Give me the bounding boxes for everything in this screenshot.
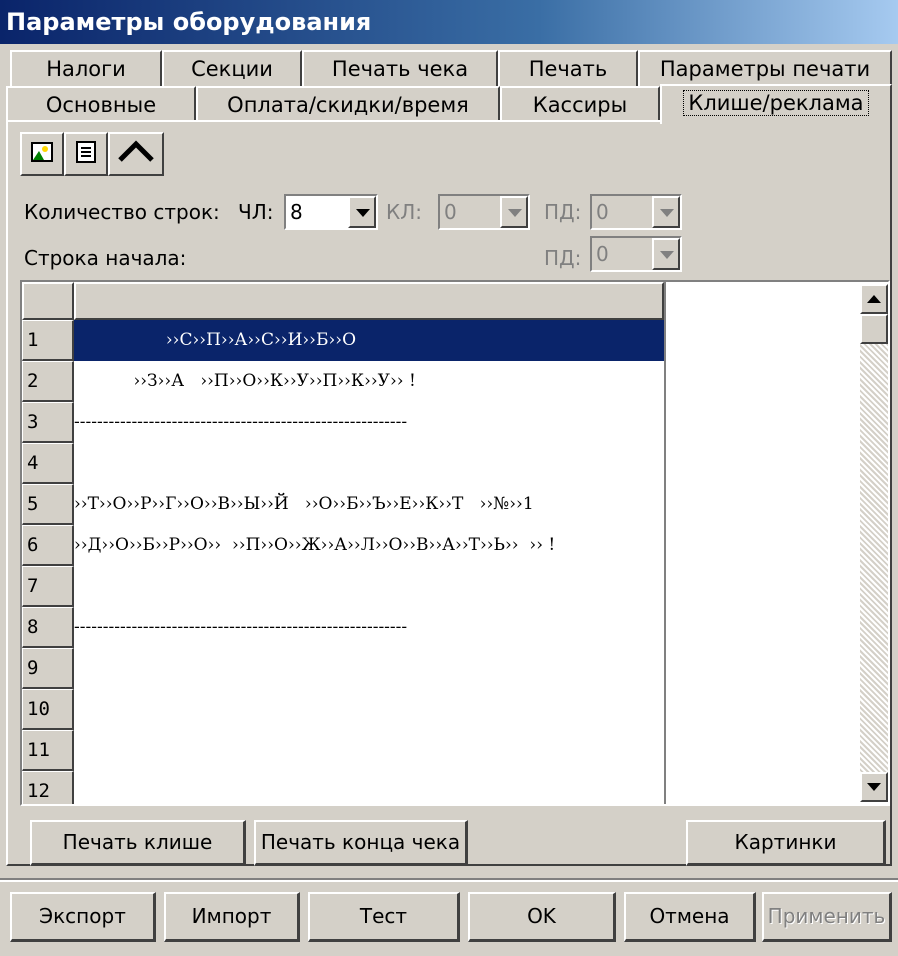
tab-taxes[interactable]: Налоги	[10, 50, 162, 86]
cliche-line-cell[interactable]	[74, 771, 664, 804]
window-title: Параметры оборудования	[0, 0, 898, 44]
row-number[interactable]: 9	[22, 648, 74, 689]
chl-label: ЧЛ:	[238, 200, 274, 224]
row-number[interactable]: 10	[22, 689, 74, 730]
test-button[interactable]: Тест	[308, 892, 460, 942]
row-number[interactable]: 4	[22, 443, 74, 484]
grid-column-header[interactable]	[74, 282, 664, 320]
chevron-down-icon[interactable]	[348, 196, 376, 228]
pd2-select[interactable]: 0	[590, 236, 682, 272]
ok-button[interactable]: OK	[468, 892, 616, 942]
chevron-down-icon[interactable]	[652, 238, 680, 270]
print-receipt-end-button[interactable]: Печать конца чека	[254, 820, 468, 866]
chevron-down-icon[interactable]	[652, 196, 680, 228]
tab-main[interactable]: Основные	[6, 86, 196, 122]
kl-select[interactable]: 0	[438, 194, 530, 230]
text-list-icon	[74, 140, 98, 168]
scroll-up-button[interactable]	[860, 284, 888, 314]
chevron-down-icon[interactable]	[500, 196, 528, 228]
print-cliche-button[interactable]: Печать клише	[30, 820, 246, 866]
font-button[interactable]	[108, 132, 164, 176]
scroll-down-button[interactable]	[860, 772, 888, 802]
cliche-grid[interactable]: 1 ››С››П››А››С››И››Б››О 2 ››З››А ››П››О››…	[20, 280, 890, 806]
cliche-line-cell[interactable]	[74, 648, 664, 689]
cliche-line-cell[interactable]	[74, 689, 664, 730]
cliche-line-cell[interactable]: ››Д››О››Б››Р››О›› ››П››О››Ж››А››Л››О››В›…	[74, 525, 664, 566]
chevron-up-icon	[867, 295, 881, 303]
import-button[interactable]: Импорт	[164, 892, 300, 942]
tab-receipt-print[interactable]: Печать чека	[302, 50, 498, 86]
cliche-line-cell[interactable]: ----------------------------------------…	[74, 607, 664, 648]
cliche-line-cell[interactable]	[74, 566, 664, 607]
scroll-thumb[interactable]	[860, 314, 888, 344]
separator	[0, 878, 898, 882]
row-number[interactable]: 12	[22, 771, 74, 804]
start-line-label: Строка начала:	[24, 246, 187, 270]
row-number[interactable]: 8	[22, 607, 74, 648]
apply-button[interactable]: Применить	[762, 892, 892, 942]
pd-select[interactable]: 0	[590, 194, 682, 230]
kl-label: КЛ:	[386, 200, 422, 224]
tab-sections[interactable]: Секции	[162, 50, 302, 86]
export-button[interactable]: Экспорт	[10, 892, 156, 942]
line-count-label: Количество строк:	[24, 200, 220, 224]
tab-payment-discounts-time[interactable]: Оплата/скидки/время	[196, 86, 500, 122]
row-number[interactable]: 2	[22, 361, 74, 402]
row-number[interactable]: 1	[22, 320, 74, 361]
grid-divider	[664, 282, 666, 804]
chl-select[interactable]: 8	[284, 194, 378, 230]
cliche-line-cell[interactable]: ----------------------------------------…	[74, 402, 664, 443]
cancel-button[interactable]: Отмена	[624, 892, 756, 942]
cliche-line-cell[interactable]	[74, 730, 664, 771]
equipment-settings-window: Параметры оборудования Налоги Секции Печ…	[0, 0, 898, 956]
cliche-line-cell[interactable]: ››Т››О››Р››Г››О››В››Ы››Й ››О››Б››Ъ››Е››К…	[74, 484, 664, 525]
tab-cashiers[interactable]: Кассиры	[500, 86, 660, 122]
tab-cliche-advert[interactable]: Клише/реклама	[660, 84, 892, 124]
image-icon	[30, 140, 54, 168]
pictures-button[interactable]: Картинки	[686, 820, 886, 866]
text-button[interactable]	[64, 132, 108, 176]
image-button[interactable]	[20, 132, 64, 176]
vertical-scrollbar[interactable]	[860, 284, 888, 802]
font-icon	[116, 140, 156, 168]
pd-label: ПД:	[544, 200, 582, 224]
tab-print-params[interactable]: Параметры печати	[638, 50, 892, 86]
cliche-line-cell[interactable]: ››С››П››А››С››И››Б››О	[74, 320, 664, 361]
row-number[interactable]: 6	[22, 525, 74, 566]
row-number[interactable]: 7	[22, 566, 74, 607]
pd2-label: ПД:	[544, 246, 582, 270]
cliche-line-cell[interactable]	[74, 443, 664, 484]
grid-corner-header	[22, 282, 74, 320]
tab-print[interactable]: Печать	[498, 50, 638, 86]
row-number[interactable]: 5	[22, 484, 74, 525]
row-number[interactable]: 3	[22, 402, 74, 443]
cliche-line-cell[interactable]: ››З››А ››П››О››К››У››П››К››У›› !	[74, 361, 664, 402]
chevron-down-icon	[867, 783, 881, 791]
row-number[interactable]: 11	[22, 730, 74, 771]
